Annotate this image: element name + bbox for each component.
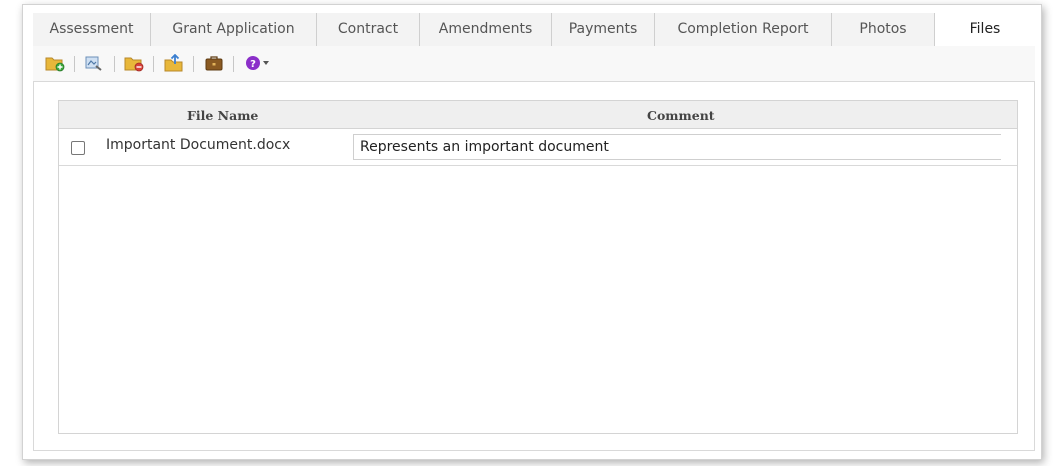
toolbar-separator (74, 56, 75, 72)
toolbar-separator (114, 56, 115, 72)
tab-completion-report[interactable]: Completion Report (655, 13, 832, 46)
toolbar-separator (193, 56, 194, 72)
toolbar: ? (33, 46, 1035, 82)
tab-contract[interactable]: Contract (317, 13, 420, 46)
files-window: Assessment Grant Application Contract Am… (22, 4, 1042, 460)
briefcase-icon[interactable] (204, 54, 224, 72)
tab-bar: Assessment Grant Application Contract Am… (33, 13, 1035, 47)
help-dropdown-icon[interactable]: ? (245, 54, 271, 72)
svg-text:?: ? (250, 59, 256, 70)
comment-field[interactable] (353, 134, 1001, 160)
table-row[interactable]: Important Document.docx (59, 130, 1017, 166)
upload-folder-icon[interactable] (164, 53, 184, 72)
tab-photos[interactable]: Photos (832, 13, 935, 46)
scan-icon[interactable] (84, 54, 104, 72)
tab-amendments[interactable]: Amendments (420, 13, 552, 46)
remove-folder-icon[interactable] (124, 54, 144, 72)
row-checkbox[interactable] (71, 141, 85, 155)
tab-grant-application[interactable]: Grant Application (151, 13, 317, 46)
file-name-cell: Important Document.docx (106, 137, 291, 153)
tab-payments[interactable]: Payments (552, 13, 655, 46)
column-header-file-name[interactable]: File Name (187, 108, 258, 123)
files-grid: File Name Comment Important Document.doc… (58, 100, 1018, 434)
toolbar-separator (153, 56, 154, 72)
grid-header: File Name Comment (59, 101, 1017, 129)
column-header-comment[interactable]: Comment (647, 108, 715, 123)
add-folder-icon[interactable] (45, 54, 65, 72)
tab-assessment[interactable]: Assessment (33, 13, 151, 46)
toolbar-separator (233, 56, 234, 72)
tab-files[interactable]: Files (935, 13, 1035, 47)
files-panel: File Name Comment Important Document.doc… (33, 82, 1035, 451)
